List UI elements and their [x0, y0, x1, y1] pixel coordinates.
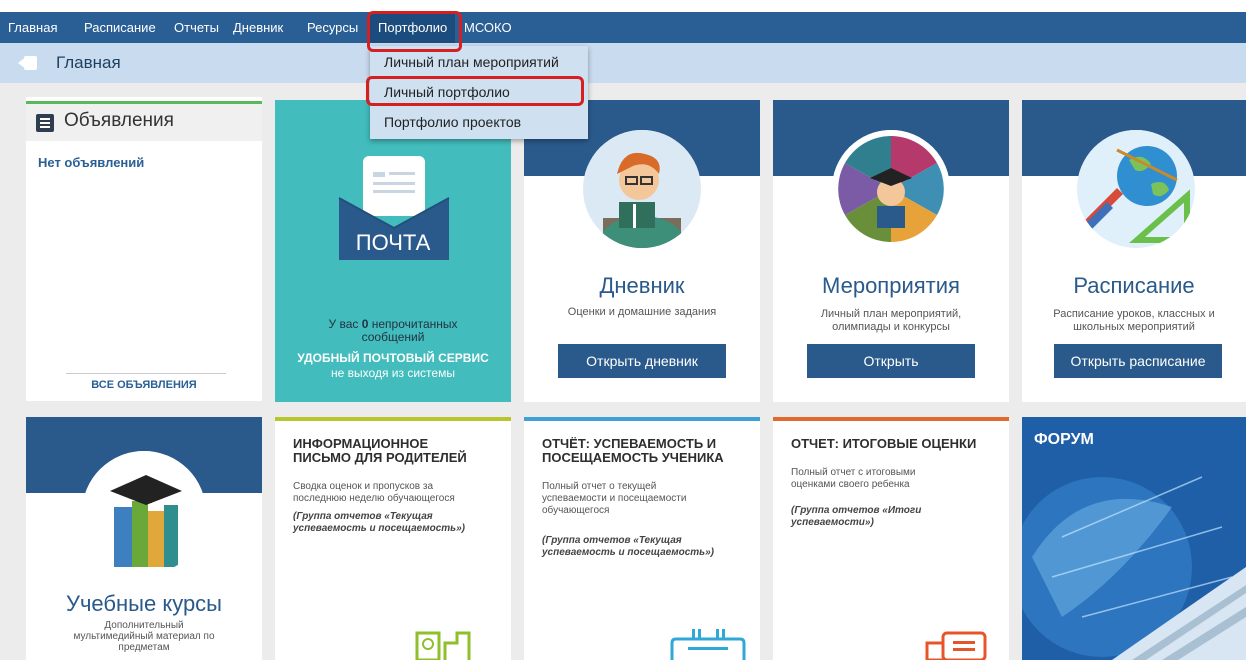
menu-personal-portfolio[interactable]: Личный портфолио [384, 84, 510, 100]
attendance-report-desc: Полный отчет о текущей успеваемости и по… [542, 481, 744, 517]
attendance-report-desc-1: Полный отчет о текущей [542, 481, 657, 492]
final-grades-group-2: успеваемости») [791, 517, 874, 528]
books-cap-icon [82, 451, 206, 575]
schedule-subtitle-1: Расписание уроков, классных и [1053, 308, 1215, 320]
schedule-card: Расписание Расписание уроков, классных и… [1022, 100, 1246, 402]
info-letter-accent [275, 417, 511, 421]
final-grades-group: (Группа отчетов «Итоги успеваемости») [791, 505, 993, 529]
schedule-title: Расписание [1073, 273, 1195, 298]
events-subtitle-1: Личный план мероприятий, [820, 308, 962, 320]
globe-icon [1077, 130, 1195, 248]
forum-title: ФОРУМ [1034, 431, 1094, 448]
announcements-title: Объявления [64, 110, 174, 131]
attendance-report-desc-3: обучающегося [542, 505, 610, 516]
mail-logo-text: ПОЧТА [355, 230, 431, 255]
courses-card: Учебные курсы Дополнительный мультимедий… [26, 417, 262, 660]
mail-unread: У вас 0 непрочитанных [275, 317, 511, 331]
attendance-report-desc-2: успеваемости и посещаемости [542, 493, 687, 504]
events-title: Мероприятия [822, 273, 960, 298]
attendance-report-title: ОТЧЁТ: УСПЕВАЕМОСТЬ И ПОСЕЩАЕМОСТЬ УЧЕНИ… [542, 437, 750, 465]
nav-schedule[interactable]: Расписание [84, 12, 156, 43]
report-table-icon [670, 629, 746, 660]
back-arrow-icon[interactable] [18, 55, 38, 71]
portfolio-dropdown: Личный план мероприятий Личный портфолио… [370, 46, 588, 139]
report-document-icon [925, 631, 987, 660]
final-grades-title: ОТЧЕТ: ИТОГОВЫЕ ОЦЕНКИ [791, 436, 977, 451]
report-chart-icon [415, 631, 471, 660]
info-letter-desc: Сводка оценок и пропусков за последнюю н… [293, 481, 495, 505]
nav-resources[interactable]: Ресурсы [307, 12, 358, 43]
info-letter-desc-2: последнюю неделю обучающегося [293, 493, 455, 504]
forum-card[interactable]: ФОРУМ [1022, 417, 1246, 660]
courses-subtitle-1: Дополнительный [104, 620, 184, 631]
all-announcements-link[interactable]: ВСЕ ОБЪЯВЛЕНИЯ [26, 379, 262, 391]
info-letter-group-2: успеваемость и посещаемость») [293, 523, 465, 534]
document-icon [36, 114, 54, 132]
attendance-report-card[interactable]: ОТЧЁТ: УСПЕВАЕМОСТЬ И ПОСЕЩАЕМОСТЬ УЧЕНИ… [524, 417, 760, 660]
diary-title: Дневник [599, 273, 685, 298]
schedule-illustration [1077, 130, 1195, 248]
nav-reports[interactable]: Отчеты [174, 12, 219, 43]
schedule-subtitle-2: школьных мероприятий [1073, 321, 1195, 333]
final-grades-desc-1: Полный отчет с итоговыми [791, 467, 916, 478]
diary-card: Дневник Оценки и домашние задания Открыт… [524, 100, 760, 402]
divider [66, 373, 226, 374]
breadcrumb: Главная [0, 43, 1246, 83]
diary-illustration [583, 130, 701, 248]
page-title: Главная [56, 53, 121, 72]
announcements-empty: Нет объявлений [38, 155, 145, 170]
events-card: Мероприятия Личный план мероприятий, оли… [773, 100, 1009, 402]
info-letter-desc-1: Сводка оценок и пропусков за [293, 481, 433, 492]
student-reading-icon [583, 130, 701, 248]
courses-illustration [82, 451, 206, 575]
mail-service-title: УДОБНЫЙ ПОЧТОВЫЙ СЕРВИС [297, 351, 489, 365]
nav-msoko[interactable]: МСОКО [464, 12, 512, 43]
mail-card[interactable]: ПОЧТА У вас 0 непрочитанных сообщений УД… [275, 100, 511, 402]
main-navbar: Главная Расписание Отчеты Дневник Ресурс… [0, 12, 1246, 43]
attendance-report-title-1: ОТЧЁТ: УСПЕВАЕМОСТЬ И [542, 436, 717, 451]
attendance-report-group-1: (Группа отчетов «Текущая [542, 535, 682, 546]
menu-personal-plan[interactable]: Личный план мероприятий [384, 54, 559, 70]
graduate-icon [832, 130, 950, 248]
open-diary-button[interactable]: Открыть дневник [558, 344, 726, 378]
attendance-report-accent [524, 417, 760, 421]
nav-home[interactable]: Главная [8, 12, 57, 43]
info-letter-title-2: ПИСЬМО ДЛЯ РОДИТЕЛЕЙ [293, 450, 467, 465]
final-grades-card[interactable]: ОТЧЕТ: ИТОГОВЫЕ ОЦЕНКИ Полный отчет с ит… [773, 417, 1009, 660]
info-letter-card[interactable]: ИНФОРМАЦИОННОЕ ПИСЬМО ДЛЯ РОДИТЕЛЕЙ Свод… [275, 417, 511, 660]
diary-subtitle: Оценки и домашние задания [567, 306, 717, 318]
info-letter-title-1: ИНФОРМАЦИОННОЕ [293, 436, 429, 451]
announcements-header: Объявления [26, 101, 262, 141]
nav-portfolio[interactable]: Портфолио [370, 12, 456, 43]
mail-service-sub: не выходя из системы [331, 366, 455, 380]
final-grades-desc: Полный отчет с итоговыми оценками своего… [791, 467, 993, 491]
courses-title: Учебные курсы [65, 591, 222, 616]
attendance-report-title-2: ПОСЕЩАЕМОСТЬ УЧЕНИКА [542, 450, 724, 465]
mail-unread-suffix: непрочитанных [368, 317, 458, 331]
attendance-report-group: (Группа отчетов «Текущая успеваемость и … [542, 535, 744, 559]
final-grades-desc-2: оценками своего ребенка [791, 479, 910, 490]
info-letter-group: (Группа отчетов «Текущая успеваемость и … [293, 511, 495, 535]
mail-unread-line2: сообщений [361, 330, 425, 344]
mail-unread-prefix: У вас [328, 317, 362, 331]
open-events-button[interactable]: Открыть [807, 344, 975, 378]
info-letter-group-1: (Группа отчетов «Текущая [293, 511, 433, 522]
announcements-card: Объявления Нет объявлений ВСЕ ОБЪЯВЛЕНИЯ [26, 97, 262, 401]
nav-diary[interactable]: Дневник [233, 12, 283, 43]
attendance-report-group-2: успеваемость и посещаемость») [542, 547, 714, 558]
forum-globe-image [1022, 417, 1246, 660]
events-illustration [832, 130, 950, 248]
events-subtitle-2: олимпиады и конкурсы [832, 321, 950, 333]
menu-project-portfolio[interactable]: Портфолио проектов [384, 114, 521, 130]
courses-subtitle-2: мультимедийный материал по [73, 631, 215, 642]
final-grades-accent [773, 417, 1009, 421]
open-schedule-button[interactable]: Открыть расписание [1054, 344, 1222, 378]
info-letter-title: ИНФОРМАЦИОННОЕ ПИСЬМО ДЛЯ РОДИТЕЛЕЙ [293, 437, 501, 465]
courses-subtitle-3: предметам [118, 642, 170, 653]
final-grades-group-1: (Группа отчетов «Итоги [791, 505, 922, 516]
